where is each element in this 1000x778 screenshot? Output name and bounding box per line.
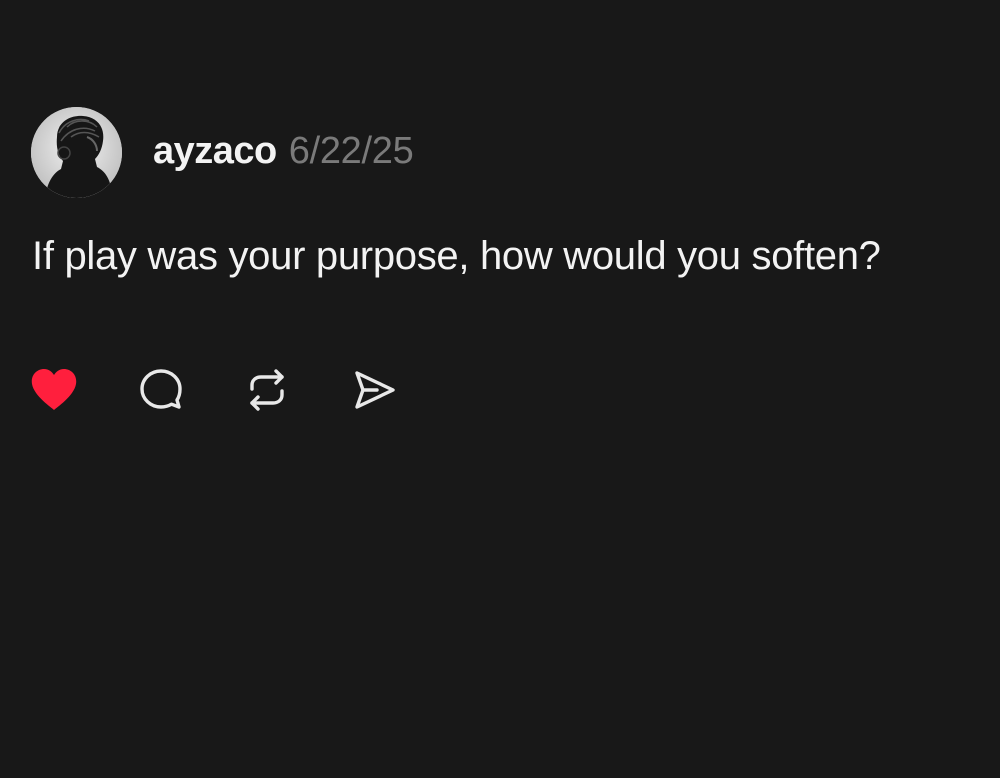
share-button[interactable]	[350, 366, 398, 414]
heart-icon	[31, 369, 77, 410]
repost-icon	[250, 369, 284, 411]
post-header: ayzaco 6/22/25	[153, 130, 414, 178]
avatar-image	[31, 107, 122, 198]
like-button[interactable]	[30, 366, 78, 414]
username[interactable]: ayzaco	[153, 130, 277, 173]
post-text: If play was your purpose, how would you …	[32, 234, 881, 278]
repost-button[interactable]	[243, 366, 291, 414]
post-date: 6/22/25	[288, 130, 414, 172]
post-card: ayzaco 6/22/25 If play was your purpose,…	[0, 0, 1000, 778]
comment-icon	[140, 369, 182, 409]
comment-button[interactable]	[137, 366, 185, 414]
avatar[interactable]	[31, 107, 122, 198]
send-icon	[355, 371, 395, 409]
